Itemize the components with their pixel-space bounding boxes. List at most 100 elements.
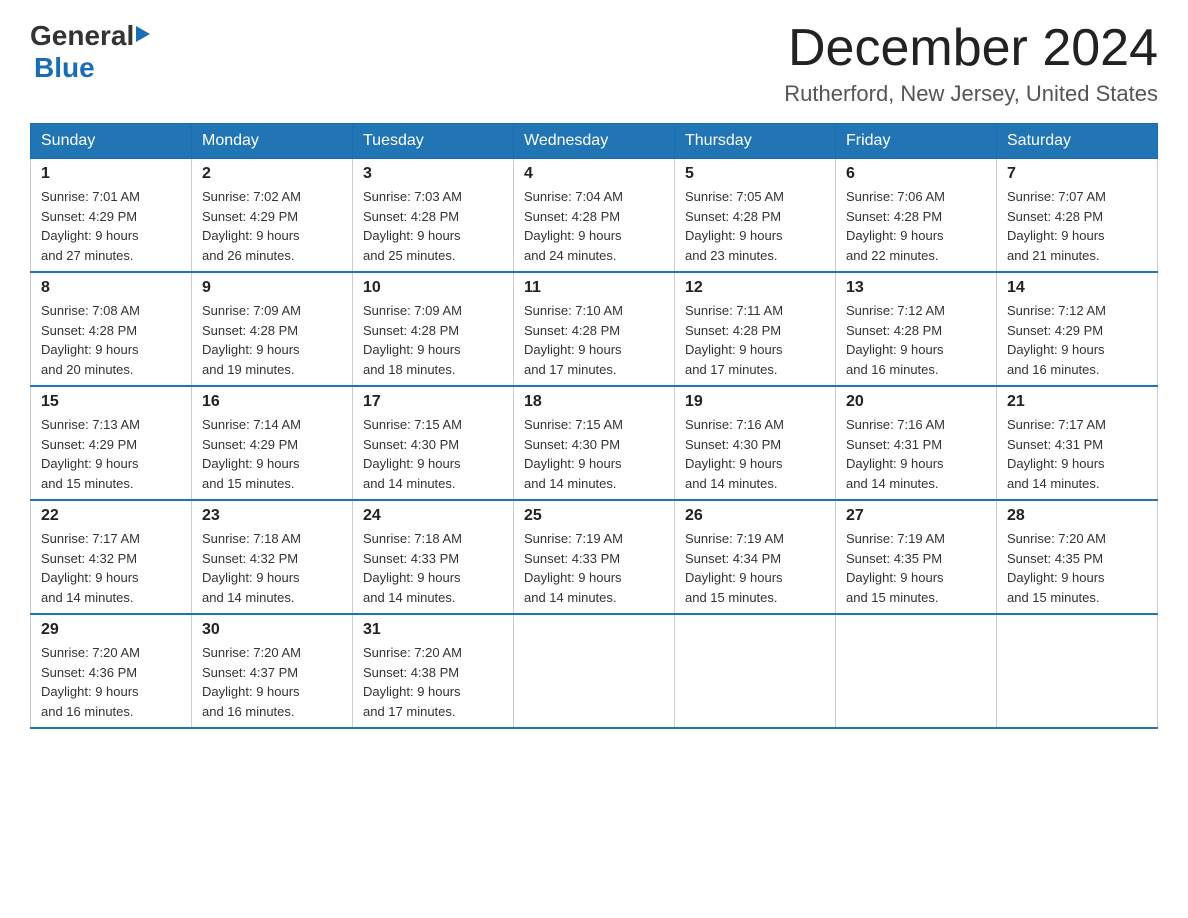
calendar-cell: 15 Sunrise: 7:13 AMSunset: 4:29 PMDayligh… xyxy=(31,386,192,500)
day-number: 14 xyxy=(1007,279,1147,297)
day-info: Sunrise: 7:16 AMSunset: 4:30 PMDaylight:… xyxy=(685,415,825,493)
calendar-cell: 31 Sunrise: 7:20 AMSunset: 4:38 PMDayligh… xyxy=(353,614,514,728)
calendar-title-area: December 2024 Rutherford, New Jersey, Un… xyxy=(784,20,1158,107)
calendar-cell xyxy=(675,614,836,728)
day-number: 4 xyxy=(524,165,664,183)
day-number: 30 xyxy=(202,621,342,639)
day-number: 16 xyxy=(202,393,342,411)
calendar-cell: 4 Sunrise: 7:04 AMSunset: 4:28 PMDaylight… xyxy=(514,159,675,273)
logo-triangle-icon xyxy=(136,26,150,42)
calendar-title: December 2024 xyxy=(784,20,1158,77)
calendar-cell: 11 Sunrise: 7:10 AMSunset: 4:28 PMDayligh… xyxy=(514,272,675,386)
day-info: Sunrise: 7:15 AMSunset: 4:30 PMDaylight:… xyxy=(524,415,664,493)
calendar-cell xyxy=(514,614,675,728)
calendar-cell: 20Sunrise: 7:16 AMSunset: 4:31 PMDayligh… xyxy=(836,386,997,500)
day-info: Sunrise: 7:03 AMSunset: 4:28 PMDaylight:… xyxy=(363,187,503,265)
calendar-cell: 28 Sunrise: 7:20 AMSunset: 4:35 PMDayligh… xyxy=(997,500,1158,614)
day-number: 10 xyxy=(363,279,503,297)
day-info: Sunrise: 7:12 AMSunset: 4:28 PMDaylight:… xyxy=(846,301,986,379)
day-number: 1 xyxy=(41,165,181,183)
day-info: Sunrise: 7:05 AMSunset: 4:28 PMDaylight:… xyxy=(685,187,825,265)
calendar-cell: 21 Sunrise: 7:17 AMSunset: 4:31 PMDayligh… xyxy=(997,386,1158,500)
day-info: Sunrise: 7:09 AMSunset: 4:28 PMDaylight:… xyxy=(202,301,342,379)
logo-blue-text: Blue xyxy=(34,52,95,83)
day-info: Sunrise: 7:14 AMSunset: 4:29 PMDaylight:… xyxy=(202,415,342,493)
calendar-cell: 12 Sunrise: 7:11 AMSunset: 4:28 PMDayligh… xyxy=(675,272,836,386)
calendar-cell: 30Sunrise: 7:20 AMSunset: 4:37 PMDayligh… xyxy=(192,614,353,728)
day-number: 21 xyxy=(1007,393,1147,411)
day-info: Sunrise: 7:18 AMSunset: 4:32 PMDaylight:… xyxy=(202,529,342,607)
logo-general-text: General xyxy=(30,20,134,52)
calendar-cell: 25 Sunrise: 7:19 AMSunset: 4:33 PMDayligh… xyxy=(514,500,675,614)
day-number: 13 xyxy=(846,279,986,297)
calendar-cell: 7 Sunrise: 7:07 AMSunset: 4:28 PMDaylight… xyxy=(997,159,1158,273)
calendar-cell: 23 Sunrise: 7:18 AMSunset: 4:32 PMDayligh… xyxy=(192,500,353,614)
calendar-cell: 3 Sunrise: 7:03 AMSunset: 4:28 PMDaylight… xyxy=(353,159,514,273)
logo: General Blue xyxy=(30,20,150,84)
day-info: Sunrise: 7:07 AMSunset: 4:28 PMDaylight:… xyxy=(1007,187,1147,265)
day-header-tuesday: Tuesday xyxy=(353,124,514,159)
day-number: 24 xyxy=(363,507,503,525)
day-number: 2 xyxy=(202,165,342,183)
calendar-cell: 27 Sunrise: 7:19 AMSunset: 4:35 PMDayligh… xyxy=(836,500,997,614)
day-number: 15 xyxy=(41,393,181,411)
day-info: Sunrise: 7:12 AMSunset: 4:29 PMDaylight:… xyxy=(1007,301,1147,379)
day-header-wednesday: Wednesday xyxy=(514,124,675,159)
day-info: Sunrise: 7:20 AMSunset: 4:38 PMDaylight:… xyxy=(363,643,503,721)
calendar-cell: 13 Sunrise: 7:12 AMSunset: 4:28 PMDayligh… xyxy=(836,272,997,386)
calendar-week-row: 22Sunrise: 7:17 AMSunset: 4:32 PMDayligh… xyxy=(31,500,1158,614)
calendar-cell: 17 Sunrise: 7:15 AMSunset: 4:30 PMDayligh… xyxy=(353,386,514,500)
calendar-cell xyxy=(997,614,1158,728)
calendar-cell: 1Sunrise: 7:01 AMSunset: 4:29 PMDaylight… xyxy=(31,159,192,273)
day-info: Sunrise: 7:19 AMSunset: 4:33 PMDaylight:… xyxy=(524,529,664,607)
calendar-week-row: 29Sunrise: 7:20 AMSunset: 4:36 PMDayligh… xyxy=(31,614,1158,728)
day-number: 28 xyxy=(1007,507,1147,525)
day-number: 22 xyxy=(41,507,181,525)
day-number: 19 xyxy=(685,393,825,411)
day-info: Sunrise: 7:15 AMSunset: 4:30 PMDaylight:… xyxy=(363,415,503,493)
calendar-week-row: 1Sunrise: 7:01 AMSunset: 4:29 PMDaylight… xyxy=(31,159,1158,273)
day-info: Sunrise: 7:19 AMSunset: 4:35 PMDaylight:… xyxy=(846,529,986,607)
calendar-cell: 24 Sunrise: 7:18 AMSunset: 4:33 PMDayligh… xyxy=(353,500,514,614)
calendar-cell: 22Sunrise: 7:17 AMSunset: 4:32 PMDayligh… xyxy=(31,500,192,614)
day-number: 29 xyxy=(41,621,181,639)
calendar-cell: 9 Sunrise: 7:09 AMSunset: 4:28 PMDaylight… xyxy=(192,272,353,386)
day-number: 23 xyxy=(202,507,342,525)
day-info: Sunrise: 7:04 AMSunset: 4:28 PMDaylight:… xyxy=(524,187,664,265)
day-info: Sunrise: 7:09 AMSunset: 4:28 PMDaylight:… xyxy=(363,301,503,379)
day-info: Sunrise: 7:19 AMSunset: 4:34 PMDaylight:… xyxy=(685,529,825,607)
day-number: 17 xyxy=(363,393,503,411)
calendar-cell: 14 Sunrise: 7:12 AMSunset: 4:29 PMDayligh… xyxy=(997,272,1158,386)
day-info: Sunrise: 7:08 AMSunset: 4:28 PMDaylight:… xyxy=(41,301,181,379)
calendar-table: SundayMondayTuesdayWednesdayThursdayFrid… xyxy=(30,123,1158,729)
day-number: 26 xyxy=(685,507,825,525)
day-header-monday: Monday xyxy=(192,124,353,159)
day-number: 12 xyxy=(685,279,825,297)
day-info: Sunrise: 7:10 AMSunset: 4:28 PMDaylight:… xyxy=(524,301,664,379)
day-number: 11 xyxy=(524,279,664,297)
day-number: 9 xyxy=(202,279,342,297)
day-info: Sunrise: 7:02 AMSunset: 4:29 PMDaylight:… xyxy=(202,187,342,265)
day-info: Sunrise: 7:18 AMSunset: 4:33 PMDaylight:… xyxy=(363,529,503,607)
day-info: Sunrise: 7:17 AMSunset: 4:31 PMDaylight:… xyxy=(1007,415,1147,493)
page-header: General Blue December 2024 Rutherford, N… xyxy=(30,20,1158,107)
calendar-cell: 5Sunrise: 7:05 AMSunset: 4:28 PMDaylight… xyxy=(675,159,836,273)
day-number: 8 xyxy=(41,279,181,297)
day-number: 6 xyxy=(846,165,986,183)
day-number: 25 xyxy=(524,507,664,525)
calendar-cell: 26 Sunrise: 7:19 AMSunset: 4:34 PMDayligh… xyxy=(675,500,836,614)
day-info: Sunrise: 7:20 AMSunset: 4:35 PMDaylight:… xyxy=(1007,529,1147,607)
day-number: 3 xyxy=(363,165,503,183)
day-info: Sunrise: 7:06 AMSunset: 4:28 PMDaylight:… xyxy=(846,187,986,265)
day-number: 27 xyxy=(846,507,986,525)
calendar-cell: 2 Sunrise: 7:02 AMSunset: 4:29 PMDaylight… xyxy=(192,159,353,273)
calendar-subtitle: Rutherford, New Jersey, United States xyxy=(784,81,1158,107)
day-info: Sunrise: 7:16 AMSunset: 4:31 PMDaylight:… xyxy=(846,415,986,493)
calendar-cell: 18Sunrise: 7:15 AMSunset: 4:30 PMDayligh… xyxy=(514,386,675,500)
day-info: Sunrise: 7:13 AMSunset: 4:29 PMDaylight:… xyxy=(41,415,181,493)
calendar-cell: 16 Sunrise: 7:14 AMSunset: 4:29 PMDayligh… xyxy=(192,386,353,500)
day-number: 31 xyxy=(363,621,503,639)
day-info: Sunrise: 7:11 AMSunset: 4:28 PMDaylight:… xyxy=(685,301,825,379)
day-header-saturday: Saturday xyxy=(997,124,1158,159)
day-number: 7 xyxy=(1007,165,1147,183)
